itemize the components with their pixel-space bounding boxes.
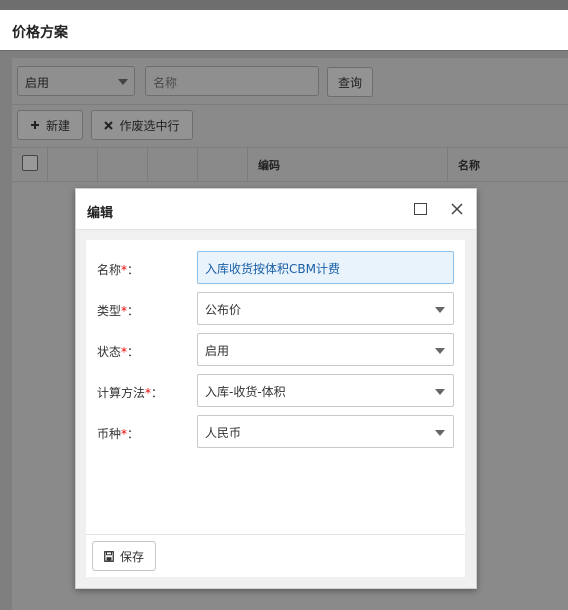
status-select-value: 启用 (205, 344, 230, 358)
dialog-body: 名称*： 入库收货按体积CBM计费 类型*： 公布价 状态*： 启用 计算方法*… (76, 230, 476, 588)
status-filter-value: 启用 (25, 76, 50, 90)
chevron-down-icon (118, 79, 128, 85)
currency-select[interactable]: 人民币 (197, 415, 454, 448)
select-all-checkbox[interactable] (22, 155, 38, 171)
edit-dialog: 编辑 名称*： 入库收货按体积CBM计费 类型*： 公布价 状态*： 启用 计算… (75, 188, 477, 589)
query-button[interactable]: 查询 (327, 67, 373, 97)
chevron-down-icon (435, 307, 445, 313)
form-label-calc-method: 计算方法*： (97, 386, 164, 400)
form-row-status: 状态*： 启用 (86, 333, 465, 367)
form-label-name: 名称*： (97, 263, 140, 277)
maximize-icon[interactable] (414, 203, 427, 215)
new-button-label: 新建 (45, 118, 70, 133)
table-header-cell (148, 147, 198, 181)
filter-bar: 启用 名称 查询 (12, 58, 568, 105)
query-button-label: 查询 (337, 75, 362, 90)
dialog-footer: 保存 (86, 534, 465, 577)
dialog-header: 编辑 (76, 189, 476, 230)
chevron-down-icon (435, 389, 445, 395)
chevron-down-icon (435, 348, 445, 354)
form-label-currency: 币种*： (97, 427, 140, 441)
edit-form: 名称*： 入库收货按体积CBM计费 类型*： 公布价 状态*： 启用 计算方法*… (86, 240, 465, 534)
name-field[interactable]: 入库收货按体积CBM计费 (197, 251, 454, 284)
close-icon[interactable] (450, 202, 464, 216)
status-filter-select[interactable]: 启用 (17, 66, 135, 96)
name-filter-input[interactable]: 名称 (145, 66, 319, 96)
form-row-currency: 币种*： 人民币 (86, 415, 465, 449)
save-button-label: 保存 (119, 549, 144, 564)
status-select[interactable]: 启用 (197, 333, 454, 366)
name-filter-placeholder: 名称 (153, 76, 178, 90)
calc-method-select-value: 入库-收货-体积 (205, 385, 286, 399)
void-button-label: 作废选中行 (119, 118, 180, 133)
page-header: 价格方案 (0, 10, 568, 51)
form-row-type: 类型*： 公布价 (86, 292, 465, 326)
table-header-cell (98, 147, 148, 181)
list-toolbar: 新建 作废选中行 (12, 105, 568, 148)
save-button[interactable]: 保存 (92, 541, 156, 571)
table-header: 编码 名称 (12, 147, 568, 182)
new-button[interactable]: 新建 (17, 110, 83, 140)
form-row-calc-method: 计算方法*： 入库-收货-体积 (86, 374, 465, 408)
table-header-select (12, 147, 48, 181)
name-field-value: 入库收货按体积CBM计费 (205, 262, 340, 276)
form-label-type: 类型*： (97, 304, 140, 318)
top-bar (0, 0, 568, 10)
table-header-cell (48, 147, 98, 181)
table-header-cell (198, 147, 248, 181)
type-select[interactable]: 公布价 (197, 292, 454, 325)
void-selected-button[interactable]: 作废选中行 (91, 110, 193, 140)
chevron-down-icon (435, 430, 445, 436)
plus-icon (30, 121, 39, 129)
cross-icon (104, 120, 114, 130)
dialog-title: 编辑 (87, 206, 114, 221)
floppy-disk-icon (104, 550, 114, 562)
form-label-status: 状态*： (97, 345, 140, 359)
form-row-name: 名称*： 入库收货按体积CBM计费 (86, 251, 465, 285)
page-title: 价格方案 (12, 25, 68, 41)
type-select-value: 公布价 (205, 303, 242, 317)
table-header-name: 名称 (458, 159, 480, 172)
currency-select-value: 人民币 (205, 426, 242, 440)
table-header-code: 编码 (248, 147, 448, 181)
calc-method-select[interactable]: 入库-收货-体积 (197, 374, 454, 407)
